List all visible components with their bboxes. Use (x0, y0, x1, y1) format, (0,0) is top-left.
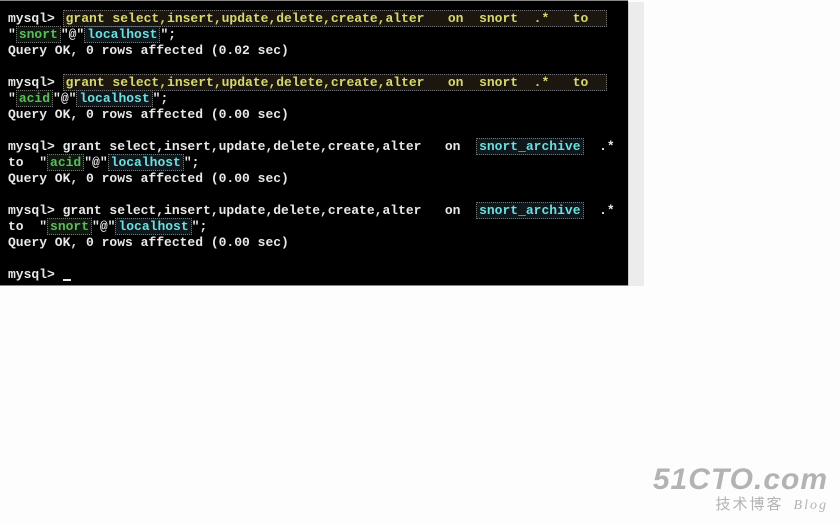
code-token: localhost (115, 218, 191, 235)
query-result: Query OK, 0 rows affected (0.00 sec) (8, 235, 620, 251)
command-line: mysql> grant select,insert,update,delete… (8, 11, 620, 43)
scrollbar-vertical[interactable] (628, 2, 644, 286)
query-result: Query OK, 0 rows affected (0.00 sec) (8, 171, 620, 187)
prompt: mysql> (8, 267, 63, 282)
command-line: mysql> grant select,insert,update,delete… (8, 139, 620, 171)
command-line: mysql> (8, 267, 620, 283)
code-token: snort_archive (476, 202, 583, 219)
prompt: mysql> (8, 75, 63, 90)
query-result: Query OK, 0 rows affected (0.02 sec) (8, 43, 620, 59)
code-token: "@" (84, 155, 107, 170)
code-token: localhost (108, 154, 184, 171)
code-token: "@" (92, 219, 115, 234)
code-token: " (8, 27, 16, 42)
terminal-block: mysql> grant select,insert,update,delete… (8, 11, 620, 59)
watermark-sub-cn: 技术博客 (716, 497, 784, 512)
watermark-sub-en: Blog (794, 499, 828, 513)
prompt: mysql> (8, 11, 63, 26)
terminal-output[interactable]: mysql> grant select,insert,update,delete… (0, 1, 628, 291)
code-token: snort (16, 26, 61, 43)
terminal-block: mysql> grant select,insert,update,delete… (8, 139, 620, 187)
prompt: mysql> (8, 203, 63, 218)
code-token: "@" (53, 91, 76, 106)
watermark: 51CTO.com 技术博客 Blog (653, 465, 828, 513)
prompt: mysql> (8, 139, 63, 154)
code-token: "@" (61, 27, 84, 42)
code-token: "; (192, 219, 208, 234)
query-result: Query OK, 0 rows affected (0.00 sec) (8, 107, 620, 123)
code-token: acid (16, 90, 53, 107)
code-token: "; (153, 91, 169, 106)
code-token: snort_archive (476, 138, 583, 155)
code-token: grant select,insert,update,delete,create… (63, 10, 607, 27)
code-token: acid (47, 154, 84, 171)
code-token: localhost (84, 26, 160, 43)
watermark-main: 51CTO.com (653, 465, 828, 495)
code-token: "; (184, 155, 200, 170)
code-token: grant select,insert,update,delete,create… (63, 139, 476, 154)
terminal-block: mysql> grant select,insert,update,delete… (8, 203, 620, 251)
cursor (63, 279, 71, 281)
code-token: snort (47, 218, 92, 235)
terminal-block: mysql> grant select,insert,update,delete… (8, 75, 620, 123)
terminal-block: mysql> (8, 267, 620, 283)
terminal-window: mysql> grant select,insert,update,delete… (0, 0, 628, 286)
command-line: mysql> grant select,insert,update,delete… (8, 75, 620, 107)
code-token: "; (160, 27, 176, 42)
code-token: localhost (76, 90, 152, 107)
code-token: grant select,insert,update,delete,create… (63, 74, 607, 91)
command-line: mysql> grant select,insert,update,delete… (8, 203, 620, 235)
code-token: " (8, 91, 16, 106)
code-token: grant select,insert,update,delete,create… (63, 203, 476, 218)
